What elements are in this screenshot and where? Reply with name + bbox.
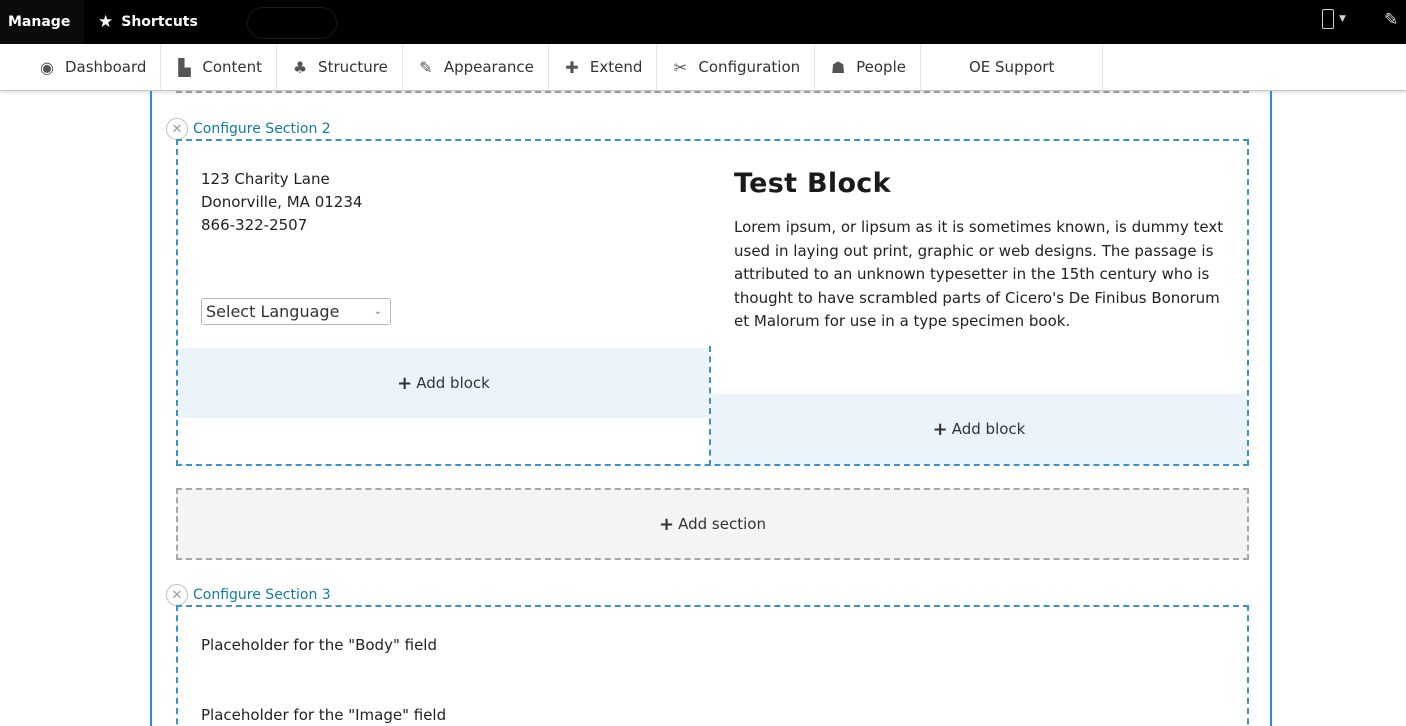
- remove-section-icon[interactable]: ✕: [166, 584, 188, 606]
- manage-tab[interactable]: Manage: [0, 0, 85, 44]
- previous-section-border: [176, 91, 1249, 93]
- redacted-user-tab: [248, 8, 336, 38]
- menu-item-label: Extend: [589, 58, 643, 76]
- menu-item-people[interactable]: ☗ People: [815, 44, 921, 90]
- add-block-label: Add block: [951, 420, 1026, 438]
- language-select-value: Select Language: [206, 302, 340, 321]
- plus-icon: +: [932, 418, 948, 440]
- test-block-title: Test Block: [734, 168, 891, 199]
- extend-icon: ✚: [565, 57, 579, 77]
- menu-item-label: People: [856, 58, 906, 76]
- configure-section-2-label: Configure Section 2: [193, 121, 331, 137]
- menu-item-content[interactable]: ▙ Content: [161, 44, 278, 90]
- structure-icon: ♣: [292, 57, 308, 77]
- menu-item-structure[interactable]: ♣ Structure: [277, 44, 403, 90]
- configure-section-3-link[interactable]: ✕ Configure Section 3: [166, 584, 331, 606]
- configuration-icon: ✂: [673, 57, 688, 77]
- device-preview-toggle[interactable]: ▼: [1322, 9, 1346, 29]
- phone-icon: [1322, 9, 1334, 29]
- pencil-icon[interactable]: ✎: [1384, 10, 1398, 30]
- star-icon: ★: [98, 12, 114, 32]
- menu-item-extend[interactable]: ✚ Extend: [549, 44, 658, 90]
- chevron-down-icon: ⌄: [373, 306, 382, 317]
- remove-section-icon[interactable]: ✕: [166, 118, 188, 140]
- image-field-placeholder: Placeholder for the "Image" field: [201, 706, 447, 724]
- language-select[interactable]: Select Language ⌄: [201, 298, 391, 325]
- add-block-button-second[interactable]: + Add block: [711, 394, 1247, 464]
- test-block-body: Lorem ipsum, or lipsum as it is sometime…: [734, 218, 1224, 330]
- menu-item-label: Content: [202, 58, 263, 76]
- shortcuts-tab[interactable]: ★ Shortcuts: [98, 0, 198, 44]
- body-field-placeholder: Placeholder for the "Body" field: [201, 636, 437, 654]
- menu-item-appearance[interactable]: ✎ Appearance: [403, 44, 549, 90]
- add-block-button-first[interactable]: + Add block: [178, 348, 709, 418]
- configure-section-3-label: Configure Section 3: [193, 587, 331, 603]
- plus-icon: +: [397, 372, 413, 394]
- admin-menu-tray: ◉ Dashboard ▙ Content ♣ Structure ✎ Appe…: [0, 44, 1406, 91]
- appearance-icon: ✎: [419, 57, 433, 77]
- chevron-down-icon: ▼: [1339, 14, 1346, 24]
- address-block: 123 Charity Lane Donorville, MA 01234 86…: [201, 168, 362, 237]
- configure-section-2-link[interactable]: ✕ Configure Section 2: [166, 118, 331, 140]
- shortcuts-label: Shortcuts: [121, 14, 198, 30]
- menu-item-dashboard[interactable]: ◉ Dashboard: [22, 44, 162, 90]
- address-line: Donorville, MA 01234: [201, 193, 363, 211]
- add-block-label: Add block: [416, 374, 490, 392]
- address-line: 123 Charity Lane: [201, 170, 330, 188]
- menu-item-oe-support[interactable]: OE Support: [921, 44, 1104, 90]
- plus-icon: +: [659, 513, 675, 535]
- phone-number: 866-322-2507: [201, 216, 308, 234]
- dashboard-icon: ◉: [40, 57, 54, 77]
- menu-item-configuration[interactable]: ✂ Configuration: [657, 44, 816, 90]
- menu-item-label: Appearance: [443, 58, 534, 76]
- admin-toolbar: Manage ★ Shortcuts ▼ ✎: [0, 0, 1406, 44]
- add-section-label: Add section: [678, 515, 766, 533]
- menu-item-label: Dashboard: [65, 58, 147, 76]
- content-icon: ▙: [178, 57, 191, 77]
- people-icon: ☗: [830, 57, 846, 77]
- menu-item-label: Structure: [318, 58, 388, 76]
- menu-item-label: Configuration: [698, 58, 801, 76]
- add-section-button[interactable]: + Add section: [176, 488, 1249, 560]
- menu-item-label: OE Support: [968, 58, 1055, 76]
